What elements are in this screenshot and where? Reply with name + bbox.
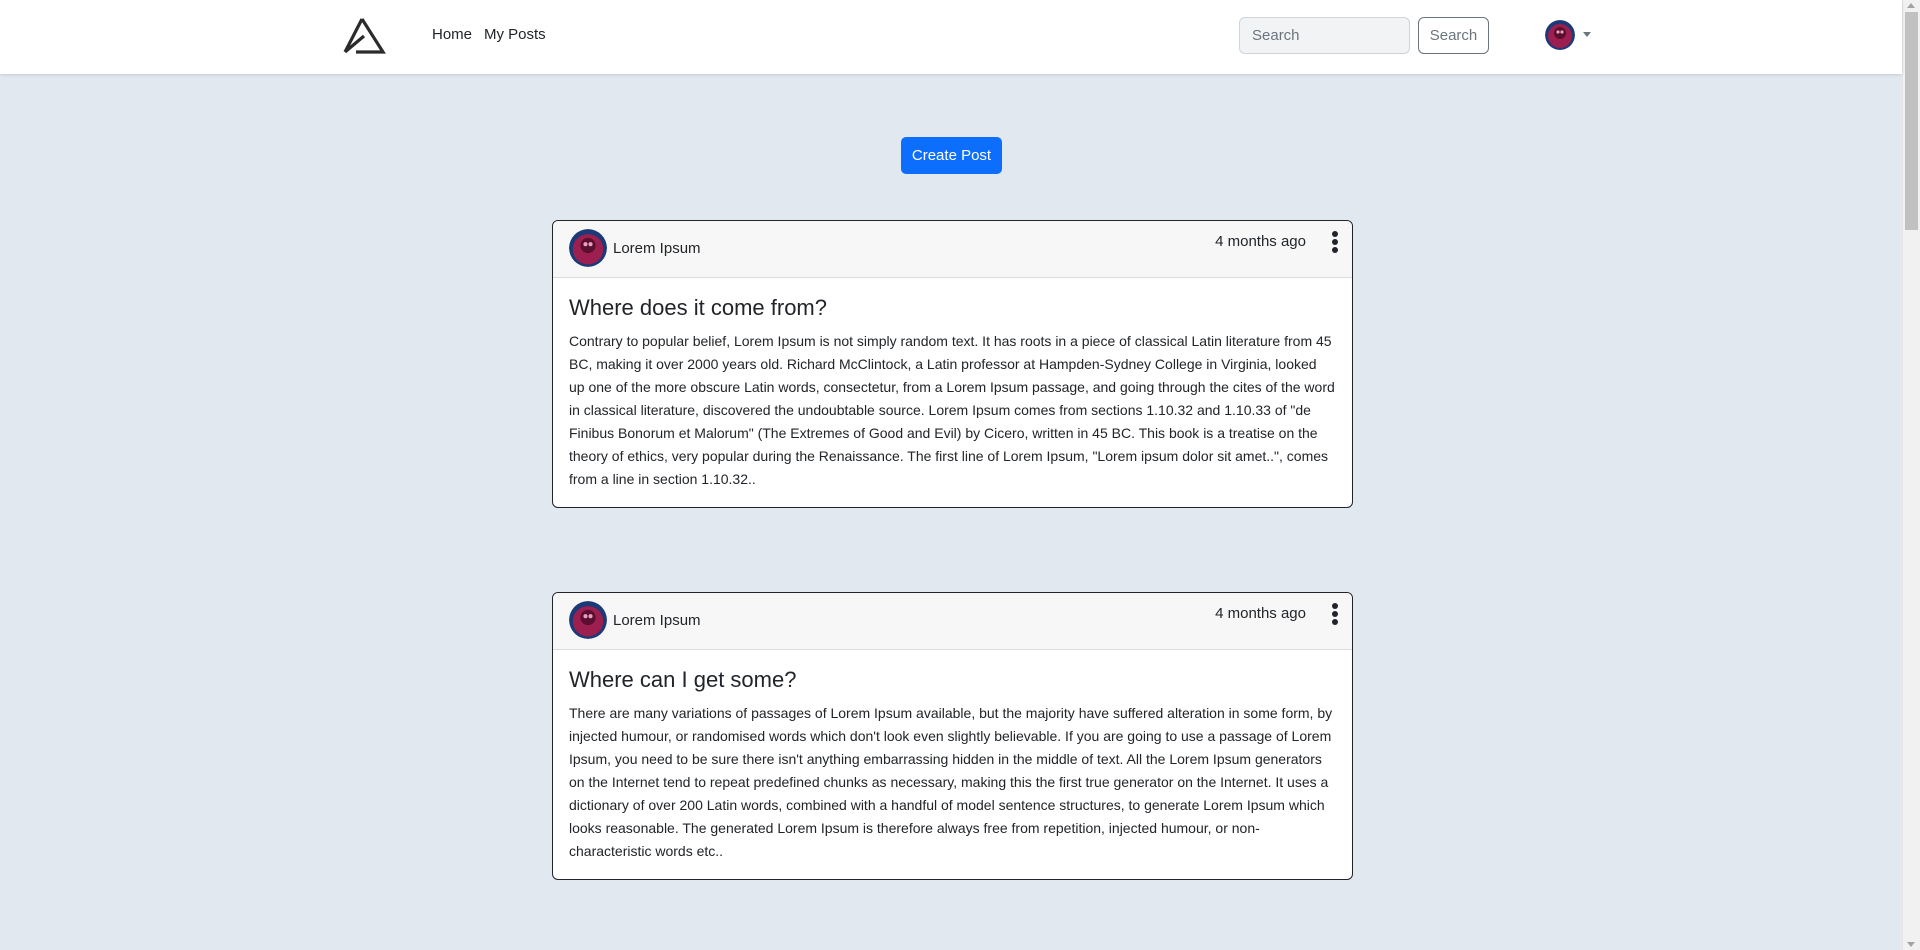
create-post-button[interactable]: Create Post xyxy=(901,137,1002,174)
author-name[interactable]: Lorem Ipsum xyxy=(613,612,701,629)
caret-down-icon xyxy=(1583,32,1591,37)
search-button[interactable]: Search xyxy=(1418,17,1489,54)
scroll-up-icon[interactable] xyxy=(1907,3,1915,8)
post-timestamp: 4 months ago xyxy=(1215,233,1306,250)
user-avatar xyxy=(1545,20,1575,50)
post-text: There are many variations of passages of… xyxy=(569,705,1333,859)
post-title: Where does it come from? xyxy=(569,295,827,320)
author-avatar[interactable] xyxy=(569,601,607,639)
scroll-down-icon[interactable] xyxy=(1907,942,1915,947)
author-name[interactable]: Lorem Ipsum xyxy=(613,240,701,257)
kebab-menu-icon[interactable] xyxy=(1330,231,1340,257)
nav-link-my-posts[interactable]: My Posts xyxy=(484,26,546,43)
post-card: Lorem Ipsum 4 months ago Where can I get… xyxy=(552,592,1353,880)
post-timestamp: 4 months ago xyxy=(1215,605,1306,622)
post-body: Where can I get some? There are many var… xyxy=(553,650,1352,879)
page-scrollbar[interactable] xyxy=(1902,0,1920,950)
author-avatar[interactable] xyxy=(569,229,607,267)
nav-link-home[interactable]: Home xyxy=(432,26,472,43)
post-title: Where can I get some? xyxy=(569,667,797,692)
brand-logo-icon[interactable] xyxy=(342,16,386,56)
post-header: Lorem Ipsum 4 months ago xyxy=(553,593,1352,650)
post-text: Contrary to popular belief, Lorem Ipsum … xyxy=(569,333,1335,487)
scrollbar-thumb[interactable] xyxy=(1905,12,1918,230)
kebab-menu-icon[interactable] xyxy=(1330,603,1340,629)
post-card: Lorem Ipsum 4 months ago Where does it c… xyxy=(552,220,1353,508)
top-navbar: Home My Posts Search xyxy=(0,0,1902,74)
user-menu-toggle[interactable] xyxy=(1545,20,1593,52)
post-body: Where does it come from? Contrary to pop… xyxy=(553,278,1352,507)
post-header: Lorem Ipsum 4 months ago xyxy=(553,221,1352,278)
search-input[interactable] xyxy=(1239,17,1410,54)
